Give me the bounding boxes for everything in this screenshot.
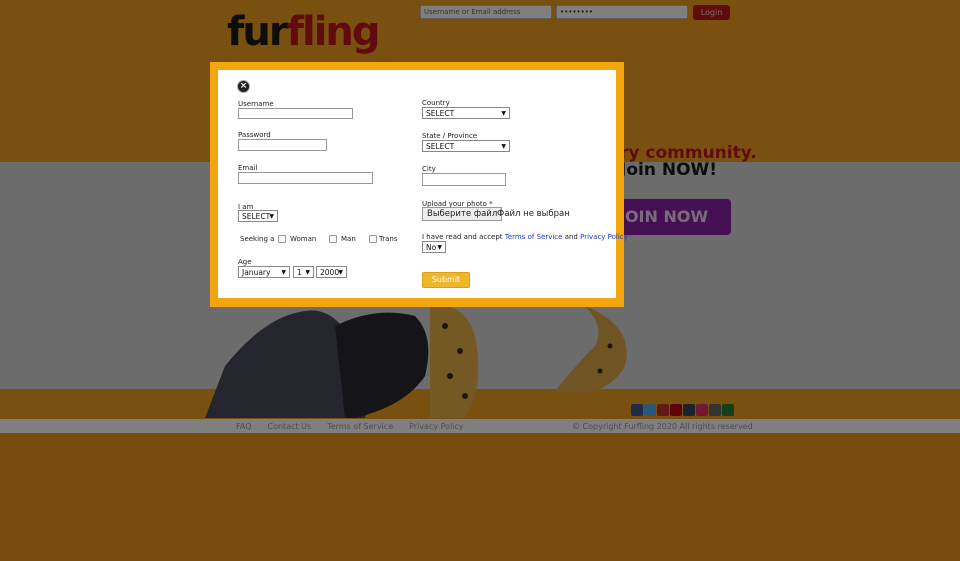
accept-terms-link[interactable]: Terms of Service xyxy=(505,233,563,241)
age-day-select[interactable]: 1 ▼ xyxy=(293,266,314,278)
chevron-down-icon: ▼ xyxy=(338,269,343,276)
state-label: State / Province xyxy=(422,132,478,140)
accept-privacy-link[interactable]: Privacy Policy xyxy=(580,233,628,241)
username-input[interactable] xyxy=(238,108,353,119)
chevron-down-icon: ▼ xyxy=(501,143,506,150)
chevron-down-icon: ▼ xyxy=(437,244,442,251)
username-label: Username xyxy=(238,100,274,108)
password-label: Password xyxy=(238,131,271,139)
country-label: Country xyxy=(422,99,450,107)
choose-file-button[interactable]: Выберите файл xyxy=(422,207,503,221)
seeking-label: Seeking a xyxy=(240,235,275,243)
state-select[interactable]: SELECT ▼ xyxy=(422,140,510,152)
seeking-man-label: Man xyxy=(341,235,356,243)
signup-modal: × Username Password Email I am SELECT ▼ S… xyxy=(210,62,628,307)
seeking-woman-checkbox[interactable] xyxy=(278,235,286,243)
email-label: Email xyxy=(238,164,258,172)
seeking-man-checkbox[interactable] xyxy=(329,235,337,243)
iam-select[interactable]: SELECT ▼ xyxy=(238,210,278,222)
accept-prefix: I have read and accept xyxy=(422,233,505,241)
email-input[interactable] xyxy=(238,172,373,184)
age-day-value: 1 xyxy=(297,268,302,277)
accept-select[interactable]: No ▼ xyxy=(422,241,446,253)
chevron-down-icon: ▼ xyxy=(269,213,274,220)
password-input[interactable] xyxy=(238,139,327,151)
country-value: SELECT xyxy=(426,109,455,118)
accept-and: and xyxy=(562,233,581,241)
accept-text: I have read and accept Terms of Service … xyxy=(422,233,628,241)
age-month-select[interactable]: January ▼ xyxy=(238,266,290,278)
city-input[interactable] xyxy=(422,173,506,186)
seeking-trans-checkbox[interactable] xyxy=(369,235,377,243)
state-value: SELECT xyxy=(426,142,455,151)
seeking-trans-label: Trans xyxy=(379,235,398,243)
age-year-select[interactable]: 2000 ▼ xyxy=(316,266,347,278)
chevron-down-icon: ▼ xyxy=(305,269,310,276)
close-icon[interactable]: × xyxy=(237,80,250,93)
submit-button[interactable]: Submit xyxy=(422,272,470,288)
chevron-down-icon: ▼ xyxy=(501,110,506,117)
accept-value: No xyxy=(426,243,437,252)
chevron-down-icon: ▼ xyxy=(281,269,286,276)
age-year-value: 2000 xyxy=(320,268,340,277)
iam-value: SELECT xyxy=(242,212,271,221)
age-month-value: January xyxy=(242,268,271,277)
no-file-label: Файл не выбран xyxy=(497,209,570,219)
age-label: Age xyxy=(238,258,252,266)
signup-form: × Username Password Email I am SELECT ▼ S… xyxy=(218,70,628,298)
seeking-woman-label: Woman xyxy=(290,235,317,243)
city-label: City xyxy=(422,165,436,173)
country-select[interactable]: SELECT ▼ xyxy=(422,107,510,119)
